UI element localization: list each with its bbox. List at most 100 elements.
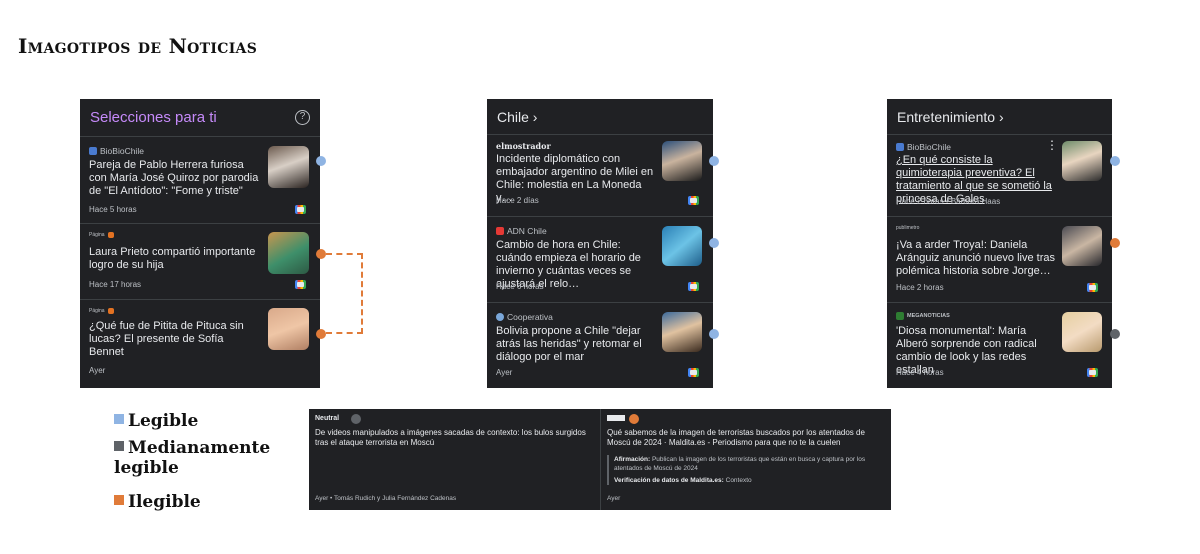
news-thumbnail[interactable] xyxy=(268,146,309,188)
pagina7-badge-icon xyxy=(107,232,114,238)
meganoticias-logo-icon xyxy=(896,312,904,320)
source-label: Página xyxy=(89,308,114,314)
more-options-icon[interactable]: ⋮ xyxy=(1046,139,1058,151)
news-thumbnail[interactable] xyxy=(662,312,702,352)
biobio-logo-icon xyxy=(89,147,97,155)
fact-check-left[interactable]: Neutral De videos manipulados a imágenes… xyxy=(309,409,600,510)
source-name: Cooperativa xyxy=(507,312,553,322)
timestamp: Hace 2 días xyxy=(496,196,539,205)
source-label: BioBioChile xyxy=(896,142,951,152)
google-news-icon[interactable] xyxy=(1087,283,1098,292)
headline[interactable]: ¿Qué fue de Pitita de Pituca sin lucas? … xyxy=(89,320,261,359)
dashed-bracket xyxy=(326,253,363,334)
news-item[interactable]: ADN Chile Cambio de hora en Chile: cuánd… xyxy=(487,217,713,303)
fact-check-card: Neutral De videos manipulados a imágenes… xyxy=(309,409,891,510)
legibility-marker xyxy=(316,156,326,166)
news-item[interactable]: Página Laura Prieto compartió importante… xyxy=(80,224,320,300)
cooperativa-logo-icon xyxy=(496,313,504,321)
panel-header[interactable]: Chile › xyxy=(487,99,713,135)
source-label: elmostrador xyxy=(496,141,551,151)
news-thumbnail[interactable] xyxy=(1062,141,1102,181)
source-label: BioBioChile xyxy=(89,146,144,156)
source-name: ADN Chile xyxy=(507,226,547,236)
headline[interactable]: ¡Va a arder Troya!: Daniela Aránguiz anu… xyxy=(896,239,1056,278)
timestamp: Hace 17 horas xyxy=(89,280,142,289)
legend-swatch xyxy=(114,414,124,424)
legibility-marker xyxy=(1110,329,1120,339)
timestamp: Hace 5 horas xyxy=(89,205,137,214)
biobio-logo-icon xyxy=(896,143,904,151)
news-thumbnail[interactable] xyxy=(1062,226,1102,266)
headline[interactable]: Bolivia propone a Chile "dejar atrás las… xyxy=(496,325,654,364)
news-thumbnail[interactable] xyxy=(268,232,309,274)
pagina7-logo-icon: Página xyxy=(89,308,105,314)
headline[interactable]: Pareja de Pablo Herrera furiosa con Marí… xyxy=(89,159,261,198)
panel-chile: Chile › elmostrador Incidente diplomátic… xyxy=(487,99,713,388)
news-item[interactable]: publimetro ¡Va a arder Troya!: Daniela A… xyxy=(887,217,1112,303)
headline[interactable]: De videos manipulados a imágenes sacadas… xyxy=(315,428,594,448)
legibility-marker xyxy=(709,156,719,166)
news-item[interactable]: Cooperativa Bolivia propone a Chile "dej… xyxy=(487,303,713,388)
source-label: MEGANOTICIAS xyxy=(896,312,950,320)
google-news-icon[interactable] xyxy=(1087,368,1098,377)
fact-check-right[interactable]: Qué sabemos de la imagen de terroristas … xyxy=(600,409,891,510)
google-news-icon[interactable] xyxy=(295,280,306,289)
news-item[interactable]: MEGANOTICIAS 'Diosa monumental': María A… xyxy=(887,303,1112,388)
headline[interactable]: Laura Prieto compartió importante logro … xyxy=(89,246,261,272)
source-label: publimetro xyxy=(896,225,919,231)
publimetro-logo-icon: publimetro xyxy=(896,225,920,231)
pagina7-badge-icon xyxy=(107,308,114,314)
legibility-marker xyxy=(629,414,639,424)
timestamp: Ayer xyxy=(607,495,621,502)
google-news-icon[interactable] xyxy=(295,205,306,214)
headline[interactable]: Qué sabemos de la imagen de terroristas … xyxy=(607,428,885,448)
claim-text: Publican la imagen de los terroristas qu… xyxy=(614,456,866,472)
google-news-icon[interactable] xyxy=(688,282,699,291)
source-label: Cooperativa xyxy=(496,312,553,322)
news-thumbnail[interactable] xyxy=(662,141,702,181)
panel-entretenimiento: Entretenimiento › BioBioChile ⋮ ¿En qué … xyxy=(887,99,1112,388)
neutral-logo-icon: Neutral xyxy=(315,415,340,422)
news-thumbnail[interactable] xyxy=(1062,312,1102,352)
panel-title: Chile › xyxy=(497,108,538,125)
legend-ilegible: Ilegible xyxy=(114,492,201,512)
legend-label: Legible xyxy=(128,411,199,431)
verification-text: Contexto xyxy=(725,477,752,484)
source-label: ADN Chile xyxy=(496,226,547,236)
panel-selecciones: Selecciones para ti ? BioBioChile Pareja… xyxy=(80,99,320,388)
panel-title: Entretenimiento › xyxy=(897,108,1004,125)
news-item[interactable]: BioBioChile Pareja de Pablo Herrera furi… xyxy=(80,137,320,224)
legend-label: Medianamente legible xyxy=(114,438,271,478)
timestamp: Ayer xyxy=(496,368,513,377)
source-label: Página xyxy=(89,232,114,238)
news-item[interactable]: elmostrador Incidente diplomático con em… xyxy=(487,135,713,217)
help-icon[interactable]: ? xyxy=(295,110,310,125)
pagina7-logo-icon: Página xyxy=(89,232,105,238)
news-thumbnail[interactable] xyxy=(662,226,702,266)
source-name: BioBioChile xyxy=(100,146,144,156)
legibility-marker xyxy=(351,414,361,424)
panel-title: Selecciones para ti xyxy=(90,109,217,126)
google-news-icon[interactable] xyxy=(688,196,699,205)
timestamp: Hace 2 horas • Bárbara Haas xyxy=(896,197,1001,206)
adn-logo-icon xyxy=(496,227,504,235)
claim-box: Afirmación: Publican la imagen de los te… xyxy=(607,455,885,485)
legend-swatch xyxy=(114,495,124,505)
news-item[interactable]: BioBioChile ⋮ ¿En qué consiste la quimio… xyxy=(887,135,1112,217)
legend-swatch xyxy=(114,441,124,451)
legibility-marker xyxy=(1110,238,1120,248)
source-name: MEGANOTICIAS xyxy=(907,313,950,319)
panel-header[interactable]: Entretenimiento › xyxy=(887,99,1112,135)
legibility-marker xyxy=(709,329,719,339)
timestamp: Hace 2 horas xyxy=(896,283,944,292)
news-item[interactable]: Página ¿Qué fue de Pitita de Pituca sin … xyxy=(80,300,320,388)
panel-header[interactable]: Selecciones para ti ? xyxy=(80,99,320,137)
legibility-marker xyxy=(1110,156,1120,166)
legend-medianamente: Medianamente legible xyxy=(114,438,284,478)
google-news-icon[interactable] xyxy=(688,368,699,377)
legend-label: Ilegible xyxy=(128,492,201,512)
timestamp: Hace 4 horas xyxy=(896,368,944,377)
legend-legible: Legible xyxy=(114,411,198,431)
news-thumbnail[interactable] xyxy=(268,308,309,350)
legibility-marker xyxy=(709,238,719,248)
